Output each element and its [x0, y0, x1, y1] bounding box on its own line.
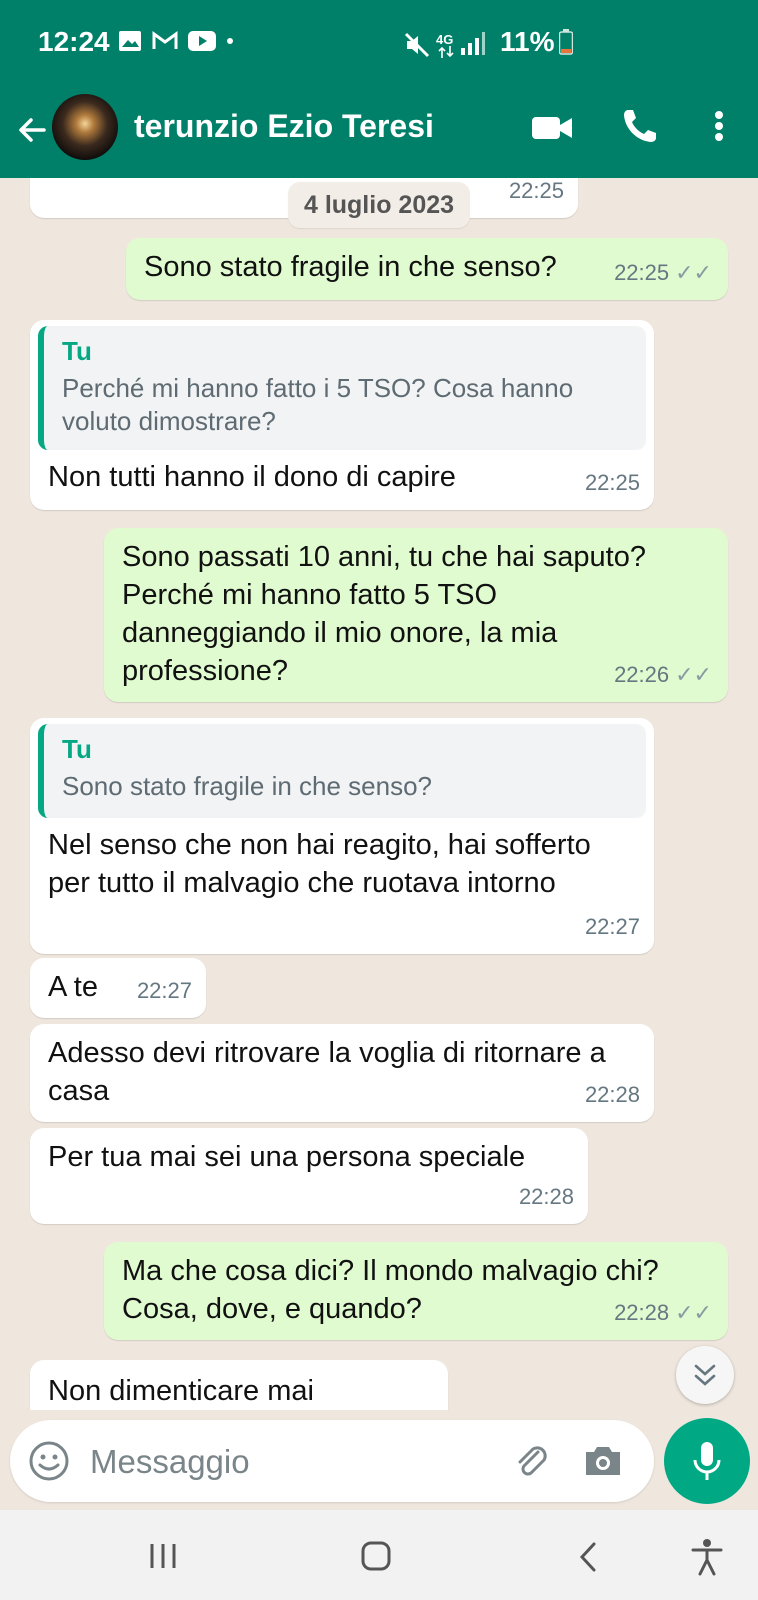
- home-icon[interactable]: [360, 1540, 392, 1572]
- message-text: Sono stato fragile in che senso?: [144, 251, 557, 283]
- more-vert-icon[interactable]: [704, 106, 734, 146]
- message-time: 22:27: [584, 914, 640, 939]
- message-text: A te: [48, 971, 98, 1003]
- back-icon[interactable]: [574, 1540, 602, 1574]
- message-bubble-incoming-partial[interactable]: Non dimenticare mai: [30, 1360, 448, 1410]
- quoted-message[interactable]: Tu Sono stato fragile in che senso?: [38, 724, 646, 818]
- data-arrows-icon: [438, 46, 454, 58]
- double-check-icon: ✓✓: [675, 1300, 712, 1325]
- quote-author: Tu: [62, 336, 92, 366]
- accessibility-icon[interactable]: [690, 1538, 724, 1576]
- message-bubble-incoming[interactable]: Tu Perché mi hanno fatto i 5 TSO? Cosa h…: [30, 320, 654, 510]
- battery-indicator: 11%: [500, 26, 573, 58]
- status-bar: 12:24 4G 11%: [0, 0, 758, 90]
- network-type: 4G: [436, 32, 454, 47]
- message-bubble-outgoing[interactable]: Sono passati 10 anni, tu che hai saputo?…: [104, 528, 728, 702]
- message-bubble-incoming[interactable]: A te 22:27: [30, 958, 206, 1018]
- camera-icon[interactable]: [582, 1440, 624, 1482]
- message-composer: [10, 1420, 654, 1502]
- message-text: Per tua mai sei una persona speciale: [48, 1141, 526, 1173]
- quoted-message[interactable]: Tu Perché mi hanno fatto i 5 TSO? Cosa h…: [38, 326, 646, 450]
- contact-name[interactable]: terunzio Ezio Teresi: [134, 108, 434, 145]
- message-bubble-incoming[interactable]: Tu Sono stato fragile in che senso? Nel …: [30, 718, 654, 954]
- message-text: Nel senso che non hai reagito, hai soffe…: [48, 829, 591, 899]
- quote-author: Tu: [62, 734, 92, 764]
- message-time: 22:28: [584, 1082, 640, 1107]
- dot-icon: [227, 38, 233, 44]
- message-text: Adesso devi ritrovare la voglia di ritor…: [48, 1037, 606, 1107]
- gallery-icon: [119, 31, 141, 51]
- message-time: 22:25 ✓✓: [614, 254, 712, 292]
- arrow-left-icon[interactable]: [14, 112, 50, 148]
- double-check-icon: ✓✓: [675, 260, 712, 285]
- quote-text: Sono stato fragile in che senso?: [62, 771, 433, 801]
- message-time: 22:28 ✓✓: [614, 1294, 712, 1332]
- double-check-icon: ✓✓: [675, 662, 712, 687]
- contact-avatar[interactable]: [52, 94, 118, 160]
- battery-percent: 11%: [500, 26, 555, 57]
- recent-apps-icon[interactable]: [148, 1542, 178, 1570]
- message-text: Non dimenticare mai: [48, 1375, 314, 1407]
- battery-icon: [558, 29, 573, 55]
- message-text: Non tutti hanno il dono di capire: [48, 461, 456, 493]
- youtube-icon: [188, 31, 216, 51]
- message-time: 22:25: [584, 470, 640, 495]
- status-time: 12:24: [38, 26, 110, 57]
- paperclip-icon[interactable]: [510, 1440, 552, 1482]
- message-bubble-outgoing[interactable]: Sono stato fragile in che senso? 22:25 ✓✓: [126, 238, 728, 300]
- date-chip: 4 luglio 2023: [288, 182, 470, 228]
- message-bubble-incoming[interactable]: Adesso devi ritrovare la voglia di ritor…: [30, 1024, 654, 1122]
- message-input[interactable]: [88, 1438, 482, 1486]
- phone-icon[interactable]: [620, 106, 660, 146]
- signal-icon: [461, 32, 485, 55]
- double-chevron-down-icon: [694, 1364, 716, 1386]
- microphone-icon: [693, 1442, 721, 1480]
- notification-icons: [118, 30, 234, 52]
- message-bubble-outgoing[interactable]: Ma che cosa dici? Il mondo malvagio chi?…: [104, 1242, 728, 1340]
- message-text: Sono passati 10 anni, tu che hai saputo?…: [122, 541, 646, 687]
- chat-messages[interactable]: 22:25 4 luglio 2023 Sono stato fragile i…: [0, 178, 758, 1410]
- scroll-to-bottom-button[interactable]: [676, 1346, 734, 1404]
- chat-header: terunzio Ezio Teresi: [0, 90, 758, 178]
- system-nav-bar: [0, 1510, 758, 1600]
- message-time: 22:25: [508, 178, 564, 203]
- video-call-icon[interactable]: [530, 108, 574, 148]
- emoji-icon[interactable]: [28, 1440, 70, 1482]
- message-bubble-incoming[interactable]: Per tua mai sei una persona speciale 22:…: [30, 1128, 588, 1224]
- quote-text: Perché mi hanno fatto i 5 TSO? Cosa hann…: [62, 373, 574, 436]
- message-time: 22:28: [518, 1184, 574, 1209]
- message-text: Ma che cosa dici? Il mondo malvagio chi?…: [122, 1255, 659, 1325]
- microphone-button[interactable]: [664, 1418, 750, 1504]
- mute-icon: [404, 32, 430, 58]
- message-time: 22:26 ✓✓: [614, 656, 712, 694]
- message-time: 22:27: [136, 978, 192, 1003]
- gmail-icon: [152, 31, 178, 49]
